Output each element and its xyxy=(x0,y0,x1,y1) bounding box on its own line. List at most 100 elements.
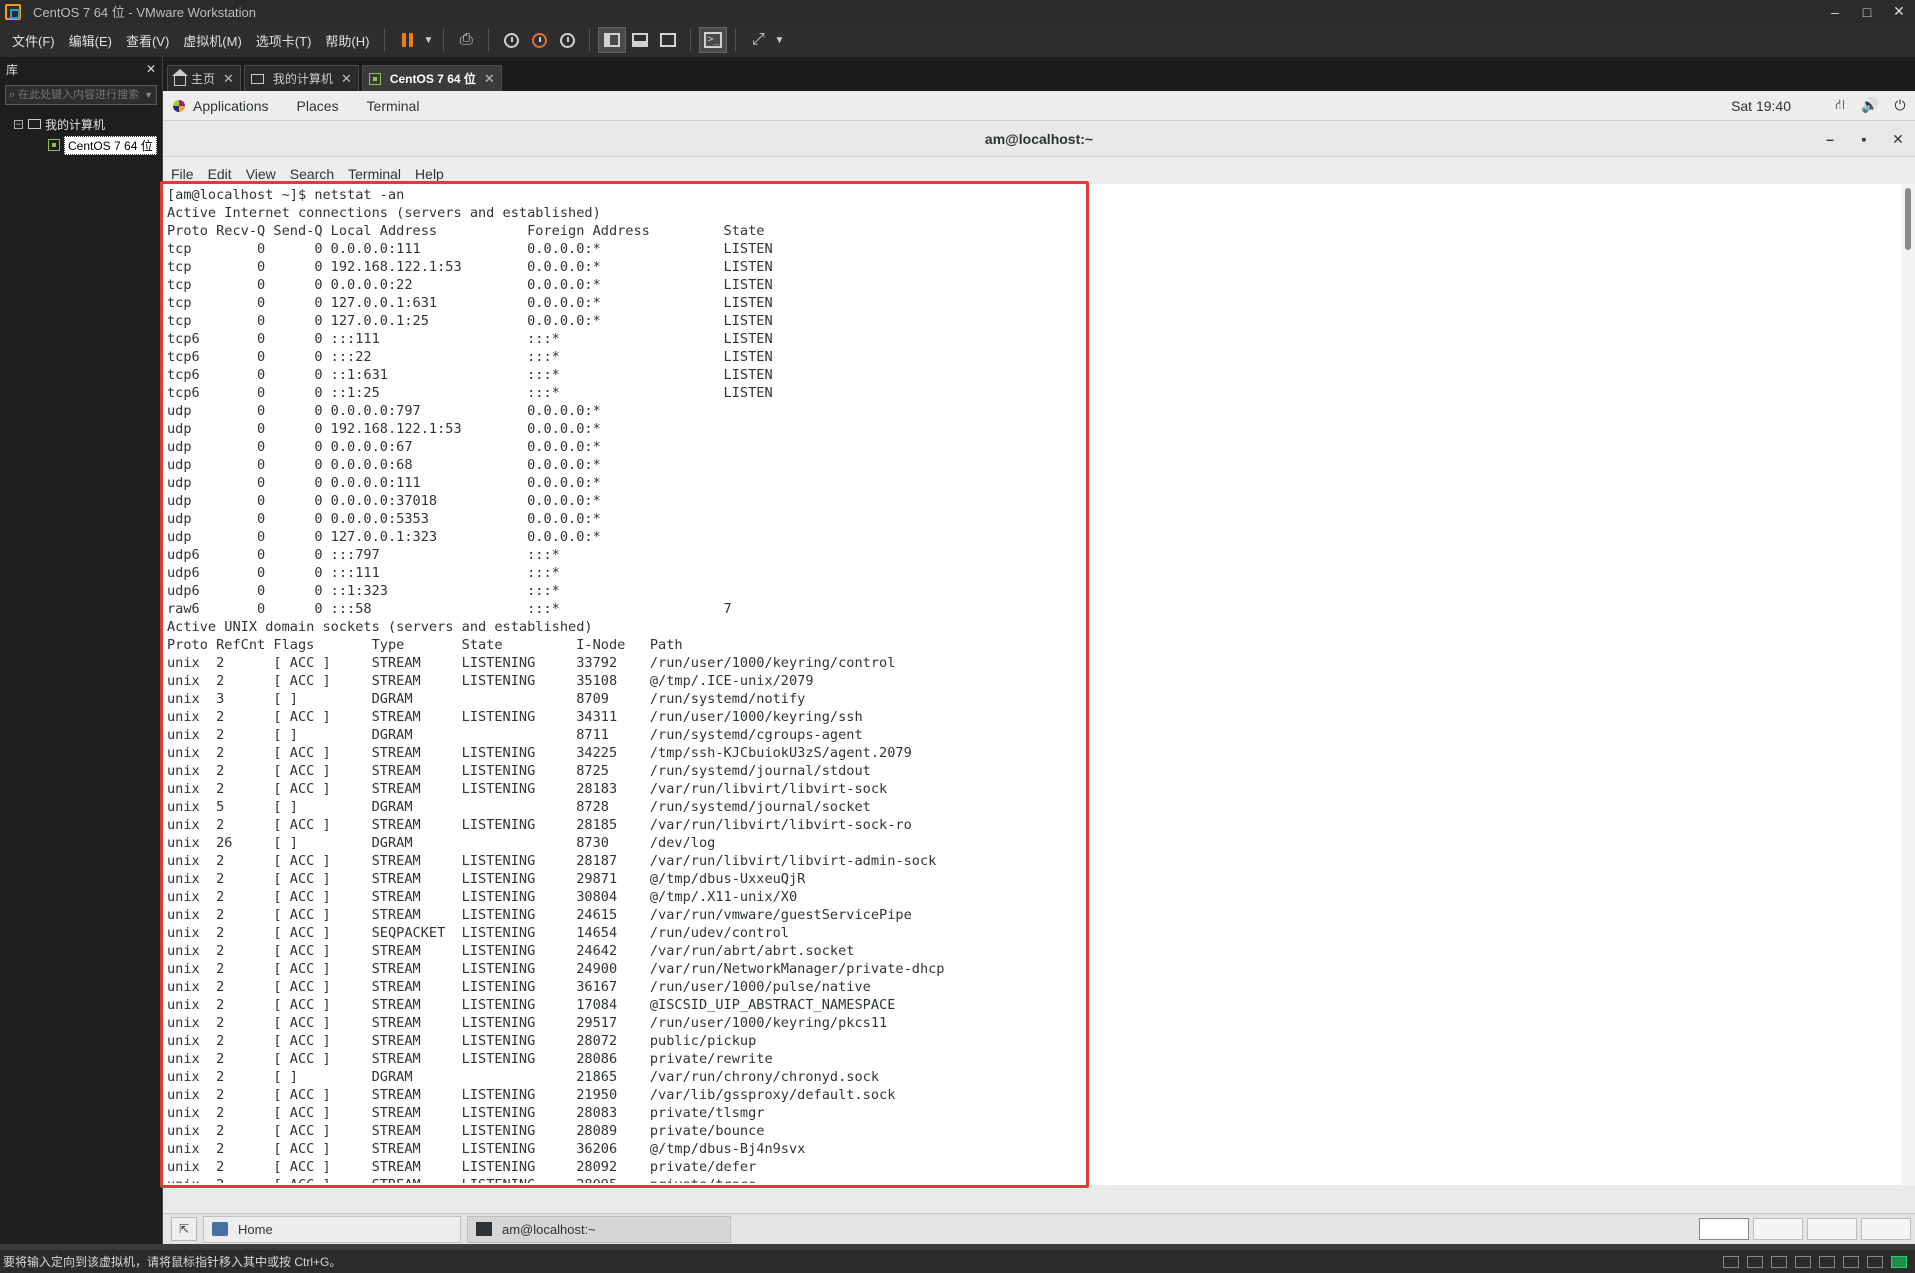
maximize-button[interactable]: □ xyxy=(1851,4,1883,20)
taskbar-item-label: am@localhost:~ xyxy=(502,1221,596,1237)
workspace-3[interactable] xyxy=(1807,1218,1857,1240)
terminal-line: udp 0 0 0.0.0.0:67 0.0.0.0:* xyxy=(167,439,601,455)
terminal-line: udp 0 0 127.0.0.1:323 0.0.0.0:* xyxy=(167,529,601,545)
applications-menu[interactable]: Applications xyxy=(163,98,283,114)
power-icon[interactable]: ⏻ xyxy=(1885,97,1915,114)
terminal-menu-view[interactable]: View xyxy=(246,166,276,182)
search-dropdown-icon[interactable]: ▼ xyxy=(144,90,153,100)
tree-item-centos-vm[interactable]: CentOS 7 64 位 xyxy=(48,135,162,155)
show-library-button[interactable] xyxy=(598,27,627,53)
printer-icon[interactable] xyxy=(1843,1255,1859,1268)
hard-disk-icon[interactable] xyxy=(1723,1255,1739,1268)
cdrom-icon[interactable] xyxy=(1747,1255,1763,1268)
library-search[interactable]: ⌕ ▼ xyxy=(5,85,157,105)
workspace-1[interactable] xyxy=(1699,1218,1749,1240)
terminal-line: unix 2 [ ACC ] STREAM LISTENING 30804 @/… xyxy=(167,889,798,905)
terminal-window-controls: – ▪ ✕ xyxy=(1813,121,1915,157)
status-message: 要将输入定向到该虚拟机，请将鼠标指针移入其中或按 Ctrl+G。 xyxy=(3,1255,342,1269)
terminal-line: unix 2 [ ACC ] STREAM LISTENING 29871 @/… xyxy=(167,871,806,887)
menu-help[interactable]: 帮助(H) xyxy=(318,31,376,50)
terminal-minimize-button[interactable]: – xyxy=(1813,131,1847,147)
workspace-4[interactable] xyxy=(1861,1218,1911,1240)
terminal-menubar: File Edit View Search Terminal Help xyxy=(163,157,1915,184)
tab-close-button[interactable]: ✕ xyxy=(484,71,495,87)
tab-my-computer[interactable]: 我的计算机 ✕ xyxy=(243,65,359,91)
display-icon[interactable] xyxy=(1867,1255,1883,1268)
terminal-close-button[interactable]: ✕ xyxy=(1881,131,1915,148)
places-menu[interactable]: Places xyxy=(283,98,353,114)
terminal-line: unix 2 [ ACC ] STREAM LISTENING 24642 /v… xyxy=(167,943,855,959)
pause-button[interactable] xyxy=(393,27,421,53)
message-log-icon[interactable] xyxy=(1891,1255,1907,1268)
panel-clock[interactable]: Sat 19:40 xyxy=(1731,98,1791,114)
terminal-line: tcp 0 0 127.0.0.1:25 0.0.0.0:* LISTEN xyxy=(167,313,773,329)
menu-file[interactable]: 文件(F) xyxy=(0,31,62,50)
minimize-button[interactable]: – xyxy=(1819,4,1851,20)
gnome-top-panel: Applications Places Terminal Sat 19:40 ⛙… xyxy=(163,91,1915,121)
thumbnail-layout-icon xyxy=(632,33,649,47)
terminal-line: tcp6 0 0 ::1:25 :::* LISTEN xyxy=(167,385,773,401)
taskbar-item-home[interactable]: Home xyxy=(203,1215,461,1243)
toolbar-separator xyxy=(589,29,591,51)
menu-tabs[interactable]: 选项卡(T) xyxy=(249,31,319,50)
terminal-menu-terminal[interactable]: Terminal xyxy=(348,166,401,182)
show-thumbnail-button[interactable] xyxy=(626,27,654,53)
terminal-scrollbar[interactable] xyxy=(1901,184,1915,1185)
library-close-button[interactable]: ✕ xyxy=(146,62,156,76)
send-ctrl-alt-del-button[interactable]: ⎙ xyxy=(452,27,480,53)
terminal-menu-help[interactable]: Help xyxy=(415,166,444,182)
console-view-button[interactable]: >_ xyxy=(699,27,728,53)
full-screen-button[interactable] xyxy=(654,27,682,53)
guest-display[interactable]: Applications Places Terminal Sat 19:40 ⛙… xyxy=(160,91,1915,1244)
terminal-line: udp 0 0 0.0.0.0:37018 0.0.0.0:* xyxy=(167,493,601,509)
taskbar-item-terminal[interactable]: am@localhost:~ xyxy=(467,1215,731,1243)
power-dropdown-button[interactable]: ▼ xyxy=(421,27,435,53)
tree-item-my-computer[interactable]: − 我的计算机 xyxy=(0,115,162,133)
network-icon[interactable]: ⛙ xyxy=(1825,96,1855,115)
sound-icon[interactable] xyxy=(1819,1255,1835,1268)
terminal-menu-search[interactable]: Search xyxy=(290,166,334,182)
usb-icon[interactable] xyxy=(1795,1255,1811,1268)
show-desktop-button[interactable]: ⇱ xyxy=(171,1217,197,1241)
library-search-input[interactable] xyxy=(18,89,145,101)
tab-centos-vm[interactable]: CentOS 7 64 位 ✕ xyxy=(361,65,502,91)
terminal-body[interactable]: [am@localhost ~]$ netstat -an Active Inte… xyxy=(160,181,1915,1188)
terminal-icon xyxy=(476,1222,492,1236)
terminal-line: Active UNIX domain sockets (servers and … xyxy=(167,619,593,635)
terminal-output[interactable]: [am@localhost ~]$ netstat -an Active Inte… xyxy=(167,186,1907,1183)
tree-item-label: 我的计算机 xyxy=(45,117,106,132)
stretch-guest-button[interactable]: ⤢ xyxy=(744,27,772,53)
terminal-menu-edit[interactable]: Edit xyxy=(208,166,232,182)
revert-snapshot-button[interactable] xyxy=(525,27,553,53)
terminal-line: tcp6 0 0 :::111 :::* LISTEN xyxy=(167,331,773,347)
computer-icon xyxy=(250,73,264,84)
tree-collapse-toggle[interactable]: − xyxy=(14,119,23,129)
workspace-2[interactable] xyxy=(1753,1218,1803,1240)
stretch-dropdown-button[interactable]: ▼ xyxy=(772,27,786,53)
terminal-line: unix 2 [ ACC ] STREAM LISTENING 36206 @/… xyxy=(167,1141,806,1157)
library-title: 库 xyxy=(6,62,19,77)
snapshot-button[interactable] xyxy=(497,27,525,53)
tab-close-button[interactable]: ✕ xyxy=(341,71,352,87)
terminal-line: tcp 0 0 192.168.122.1:53 0.0.0.0:* LISTE… xyxy=(167,259,773,275)
volume-icon[interactable]: 🔊 xyxy=(1855,97,1885,114)
scrollbar-thumb[interactable] xyxy=(1905,188,1911,250)
snapshot-manager-button[interactable] xyxy=(553,27,581,53)
terminal-line: tcp 0 0 0.0.0.0:111 0.0.0.0:* LISTEN xyxy=(167,241,773,257)
menu-vm[interactable]: 虚拟机(M) xyxy=(176,31,249,50)
close-button[interactable]: ✕ xyxy=(1883,3,1915,20)
network-adapter-icon[interactable] xyxy=(1771,1255,1787,1268)
menu-view[interactable]: 查看(V) xyxy=(119,31,176,50)
terminal-line: unix 2 [ ACC ] SEQPACKET LISTENING 14654… xyxy=(167,925,789,941)
vmware-statusbar: 要将输入定向到该虚拟机，请将鼠标指针移入其中或按 Ctrl+G。 xyxy=(0,1250,1915,1273)
terminal-app-menu[interactable]: Terminal xyxy=(353,98,434,114)
terminal-line: tcp6 0 0 :::22 :::* LISTEN xyxy=(167,349,773,365)
tab-close-button[interactable]: ✕ xyxy=(223,71,234,87)
menu-edit[interactable]: 编辑(E) xyxy=(62,31,119,50)
terminal-line: unix 5 [ ] DGRAM 8728 /run/systemd/journ… xyxy=(167,799,871,815)
terminal-maximize-button[interactable]: ▪ xyxy=(1847,131,1881,147)
tab-home[interactable]: 主页 ✕ xyxy=(167,65,241,91)
gnome-foot-icon xyxy=(173,99,185,112)
vmware-menubar: 文件(F) 编辑(E) 查看(V) 虚拟机(M) 选项卡(T) 帮助(H) ▼ … xyxy=(0,23,1915,57)
terminal-menu-file[interactable]: File xyxy=(171,166,194,182)
